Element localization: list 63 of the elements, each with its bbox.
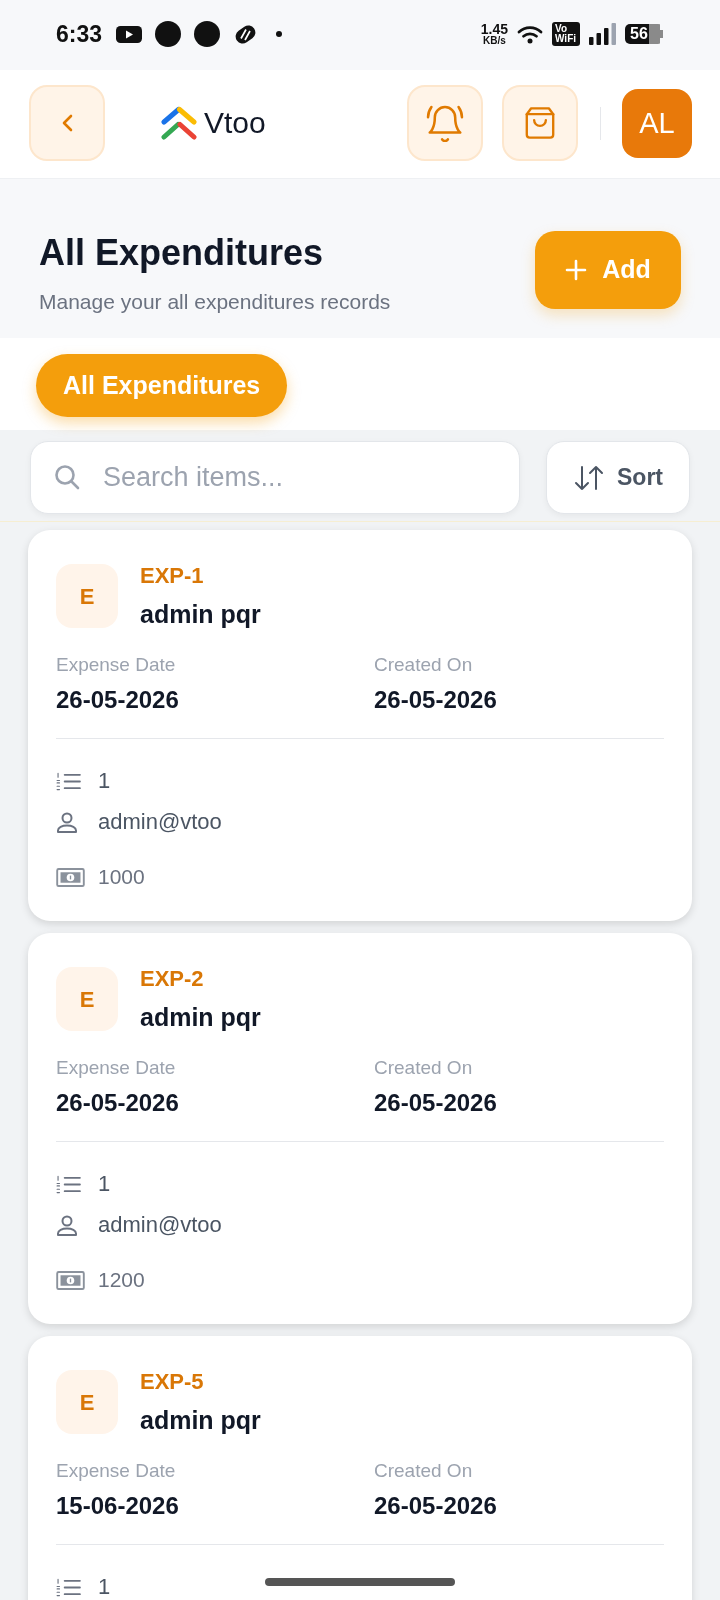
field-value: 26-05-2026 (374, 1491, 498, 1521)
circle-icon (155, 21, 182, 47)
field-label: Created On (374, 653, 474, 677)
user-email: admin@vtoo (98, 810, 222, 834)
expense-title: admin pqr (140, 1405, 261, 1436)
dot-icon (276, 31, 283, 37)
expense-title: admin pqr (140, 599, 261, 630)
list-icon (56, 771, 81, 791)
sort-arrows-icon (573, 464, 605, 491)
plus-icon (565, 259, 588, 281)
page-subtitle: Manage your all expenditures records (39, 290, 391, 314)
notifications-button[interactable] (407, 85, 483, 161)
search-icon (54, 464, 80, 490)
expense-code: EXP-1 (140, 562, 205, 590)
chevron-left-icon (60, 114, 74, 132)
page-title: All Expenditures (39, 231, 325, 275)
status-time: 6:33 (56, 22, 103, 46)
field-value: 26-05-2026 (56, 685, 180, 715)
network-speed: 1.45 (480, 22, 508, 36)
bag-button[interactable] (502, 85, 578, 161)
record-avatar: E (56, 967, 118, 1031)
user-email: admin@vtoo (98, 1213, 222, 1237)
expense-code: EXP-2 (140, 965, 205, 993)
field-label: Created On (374, 1459, 474, 1483)
field-label: Expense Date (56, 1459, 177, 1483)
expense-title: admin pqr (140, 1002, 261, 1033)
search-field[interactable]: Search items... (30, 441, 520, 514)
battery-indicator: 56 (625, 24, 663, 44)
person-icon (56, 811, 78, 833)
field-value: 15-06-2026 (56, 1491, 180, 1521)
banknote-icon (56, 1270, 85, 1290)
field-label: Expense Date (56, 1056, 177, 1080)
expense-card[interactable]: E EXP-5 admin pqr Expense Date 15-06-2026 Created On 26-05-2026 1 (28, 1336, 692, 1600)
signal-icon (589, 23, 616, 45)
record-avatar: E (56, 1370, 118, 1434)
circle-icon (194, 21, 221, 47)
bell-icon (426, 104, 464, 142)
vowifi-indicator: Vo WiFi (552, 22, 580, 46)
item-count: 1 (98, 769, 111, 793)
play-icon (116, 25, 143, 43)
logo-text: Vtoo (204, 108, 266, 138)
field-label: Created On (374, 1056, 474, 1080)
field-value: 26-05-2026 (374, 1088, 498, 1118)
expense-code: EXP-5 (140, 1368, 205, 1396)
person-icon (56, 1214, 78, 1236)
field-value: 26-05-2026 (56, 1088, 180, 1118)
logo-icon (161, 106, 197, 140)
amount-text: 1200 (98, 1268, 145, 1292)
expense-card[interactable]: E EXP-1 admin pqr Expense Date 26-05-2026 Created On 26-05-2026 1 admin@vtoo 1000 (28, 530, 692, 921)
field-value: 26-05-2026 (374, 685, 498, 715)
wifi-icon (517, 24, 543, 44)
banknote-icon (56, 867, 85, 887)
list-icon (56, 1174, 81, 1194)
shopping-bag-icon (525, 107, 555, 139)
record-avatar: E (56, 564, 118, 628)
network-speed-unit: KB/s (482, 36, 506, 46)
amount-text: 1000 (98, 865, 145, 889)
item-count: 1 (98, 1172, 111, 1196)
expense-card[interactable]: E EXP-2 admin pqr Expense Date 26-05-2026 Created On 26-05-2026 1 admin@vtoo 1200 (28, 933, 692, 1324)
item-count: 1 (98, 1575, 111, 1599)
field-label: Expense Date (56, 653, 177, 677)
list-icon (56, 1577, 81, 1597)
sort-button[interactable]: Sort (546, 441, 690, 514)
